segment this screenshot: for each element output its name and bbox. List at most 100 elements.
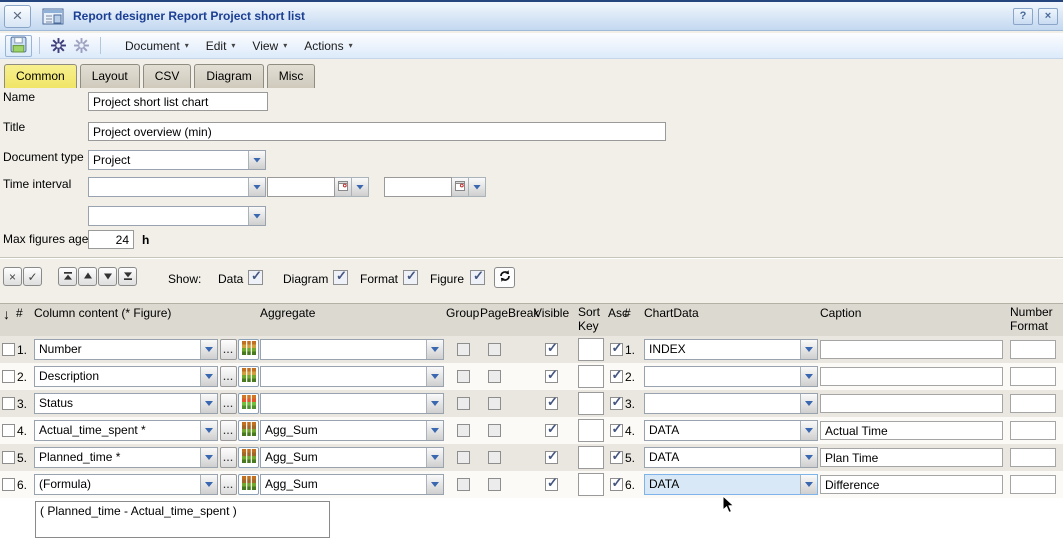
refresh-button[interactable] bbox=[494, 267, 515, 288]
asc-checkbox[interactable] bbox=[610, 451, 623, 464]
column-content-select[interactable]: Planned_time * bbox=[34, 447, 218, 468]
date-to-dropdown-button[interactable] bbox=[469, 177, 486, 197]
aggregate-select[interactable] bbox=[260, 339, 444, 360]
group-checkbox[interactable] bbox=[457, 451, 470, 464]
window-close-button[interactable]: × bbox=[4, 5, 31, 28]
aggregate-select[interactable]: Agg_Sum bbox=[260, 420, 444, 441]
caption-input[interactable] bbox=[820, 475, 1003, 494]
aggregate-select[interactable] bbox=[260, 366, 444, 387]
aggregate-select[interactable]: Agg_Sum bbox=[260, 474, 444, 495]
tab-layout[interactable]: Layout bbox=[80, 64, 140, 88]
menu-actions[interactable]: Actions▾ bbox=[304, 39, 352, 53]
select-all-button[interactable]: ✓ bbox=[23, 267, 42, 286]
column-content-select[interactable]: Description bbox=[34, 366, 218, 387]
tab-common[interactable]: Common bbox=[4, 64, 77, 88]
show-format-checkbox[interactable] bbox=[403, 270, 418, 285]
column-content-select[interactable]: (Formula) bbox=[34, 474, 218, 495]
menu-document[interactable]: Document▾ bbox=[125, 39, 189, 53]
number-format-input[interactable] bbox=[1010, 475, 1056, 494]
burst-icon[interactable] bbox=[50, 37, 67, 54]
visible-checkbox[interactable] bbox=[545, 343, 558, 356]
column-content-select[interactable]: Number bbox=[34, 339, 218, 360]
asc-checkbox[interactable] bbox=[610, 424, 623, 437]
asc-checkbox[interactable] bbox=[610, 397, 623, 410]
visible-checkbox[interactable] bbox=[545, 370, 558, 383]
visible-checkbox[interactable] bbox=[545, 424, 558, 437]
more-button[interactable]: ... bbox=[220, 447, 237, 468]
tab-misc[interactable]: Misc bbox=[267, 64, 316, 88]
caption-input[interactable] bbox=[820, 448, 1003, 467]
row-select-checkbox[interactable] bbox=[2, 424, 15, 437]
color-format-button[interactable] bbox=[238, 474, 259, 495]
group-checkbox[interactable] bbox=[457, 478, 470, 491]
aggregate-select[interactable] bbox=[260, 393, 444, 414]
more-button[interactable]: ... bbox=[220, 393, 237, 414]
group-checkbox[interactable] bbox=[457, 370, 470, 383]
close-button[interactable]: × bbox=[1038, 8, 1058, 25]
date-from-input[interactable] bbox=[267, 177, 335, 197]
time-interval-select[interactable] bbox=[88, 177, 266, 197]
move-to-bottom-button[interactable] bbox=[118, 267, 137, 286]
sort-key-input[interactable] bbox=[578, 419, 604, 442]
tab-csv[interactable]: CSV bbox=[143, 64, 192, 88]
date-to-input[interactable] bbox=[384, 177, 452, 197]
number-format-input[interactable] bbox=[1010, 394, 1056, 413]
asc-checkbox[interactable] bbox=[610, 370, 623, 383]
chartdata-select[interactable]: DATA bbox=[644, 420, 818, 441]
move-to-top-button[interactable] bbox=[58, 267, 77, 286]
row-select-checkbox[interactable] bbox=[2, 478, 15, 491]
number-format-input[interactable] bbox=[1010, 367, 1056, 386]
aggregate-select[interactable]: Agg_Sum bbox=[260, 447, 444, 468]
time-interval-secondary-select[interactable] bbox=[88, 206, 266, 226]
pagebreak-checkbox[interactable] bbox=[488, 451, 501, 464]
group-checkbox[interactable] bbox=[457, 397, 470, 410]
formula-textarea[interactable]: ( Planned_time - Actual_time_spent ) bbox=[35, 501, 330, 538]
sort-key-input[interactable] bbox=[578, 473, 604, 496]
row-select-checkbox[interactable] bbox=[2, 451, 15, 464]
more-button[interactable]: ... bbox=[220, 420, 237, 441]
deselect-all-button[interactable]: × bbox=[3, 267, 22, 286]
caption-input[interactable] bbox=[820, 340, 1003, 359]
title-input[interactable] bbox=[88, 122, 666, 141]
more-button[interactable]: ... bbox=[220, 339, 237, 360]
color-format-button[interactable] bbox=[238, 420, 259, 441]
more-button[interactable]: ... bbox=[220, 474, 237, 495]
move-down-button[interactable] bbox=[98, 267, 117, 286]
number-format-input[interactable] bbox=[1010, 421, 1056, 440]
group-checkbox[interactable] bbox=[457, 424, 470, 437]
menu-edit[interactable]: Edit▾ bbox=[206, 39, 236, 53]
menu-view[interactable]: View▾ bbox=[252, 39, 287, 53]
move-up-button[interactable] bbox=[78, 267, 97, 286]
caption-input[interactable] bbox=[820, 421, 1003, 440]
chartdata-select[interactable]: DATA bbox=[644, 447, 818, 468]
chartdata-select[interactable]: INDEX bbox=[644, 339, 818, 360]
visible-checkbox[interactable] bbox=[545, 397, 558, 410]
sort-key-input[interactable] bbox=[578, 365, 604, 388]
show-figure-checkbox[interactable] bbox=[470, 270, 485, 285]
visible-checkbox[interactable] bbox=[545, 451, 558, 464]
group-checkbox[interactable] bbox=[457, 343, 470, 356]
caption-input[interactable] bbox=[820, 367, 1003, 386]
visible-checkbox[interactable] bbox=[545, 478, 558, 491]
show-diagram-checkbox[interactable] bbox=[333, 270, 348, 285]
number-format-input[interactable] bbox=[1010, 448, 1056, 467]
pagebreak-checkbox[interactable] bbox=[488, 478, 501, 491]
column-content-select[interactable]: Actual_time_spent * bbox=[34, 420, 218, 441]
calendar-button[interactable] bbox=[335, 177, 352, 197]
save-button[interactable] bbox=[5, 35, 32, 57]
pagebreak-checkbox[interactable] bbox=[488, 343, 501, 356]
chartdata-select[interactable] bbox=[644, 366, 818, 387]
pagebreak-checkbox[interactable] bbox=[488, 424, 501, 437]
show-data-checkbox[interactable] bbox=[248, 270, 263, 285]
color-format-button[interactable] bbox=[238, 366, 259, 387]
chartdata-select[interactable]: DATA bbox=[644, 474, 818, 495]
max-figures-age-input[interactable] bbox=[88, 230, 134, 249]
chartdata-select[interactable] bbox=[644, 393, 818, 414]
calendar-button[interactable] bbox=[452, 177, 469, 197]
pagebreak-checkbox[interactable] bbox=[488, 397, 501, 410]
more-button[interactable]: ... bbox=[220, 366, 237, 387]
caption-input[interactable] bbox=[820, 394, 1003, 413]
document-type-select[interactable]: Project bbox=[88, 150, 266, 170]
sort-key-input[interactable] bbox=[578, 392, 604, 415]
column-content-select[interactable]: Status bbox=[34, 393, 218, 414]
